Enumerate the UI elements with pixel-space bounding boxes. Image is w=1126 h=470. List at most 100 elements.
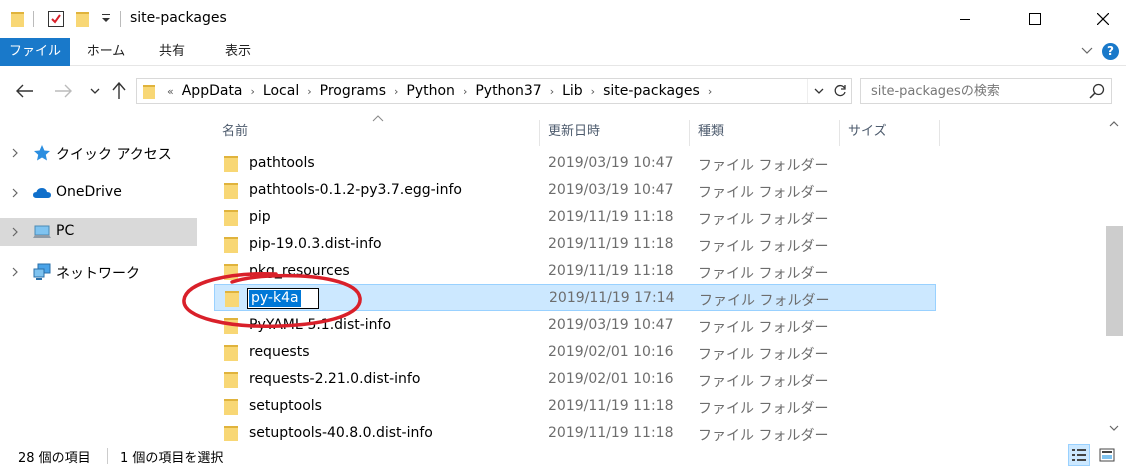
list-item-selected[interactable]: py-k4a 2019/11/19 17:14 ファイル フォルダー: [214, 284, 936, 311]
item-count: 28 個の項目: [18, 451, 91, 466]
file-type: ファイル フォルダー: [698, 266, 829, 282]
column-header-size[interactable]: サイズ: [840, 116, 938, 148]
list-item[interactable]: pathtools-0.1.2-py3.7.egg-info 2019/03/1…: [214, 177, 936, 204]
sidebar-item-quick-access[interactable]: クイック アクセス: [0, 139, 197, 167]
folder-icon: [224, 318, 238, 334]
chevron-right-icon[interactable]: [10, 267, 20, 277]
folder-icon[interactable]: [11, 11, 24, 27]
help-button[interactable]: ?: [1102, 43, 1119, 60]
rename-input-text: py-k4a: [249, 290, 301, 307]
file-name: pip-19.0.3.dist-info: [249, 236, 382, 252]
column-header-type[interactable]: 種類: [690, 116, 838, 148]
search-icon[interactable]: [1089, 83, 1105, 99]
column-headers: 名前 更新日時 種類 サイズ: [214, 115, 1106, 148]
list-item[interactable]: pip 2019/11/19 11:18 ファイル フォルダー: [214, 204, 936, 231]
title-separator: [120, 11, 121, 27]
scroll-up-icon[interactable]: [1109, 120, 1119, 128]
list-item[interactable]: pathtools 2019/03/19 10:47 ファイル フォルダー: [214, 150, 936, 177]
list-item[interactable]: setuptools 2019/11/19 11:18 ファイル フォルダー: [214, 393, 936, 420]
details-view-button[interactable]: [1068, 444, 1090, 466]
breadcrumb-python37[interactable]: Python37: [471, 83, 545, 99]
breadcrumb-separator[interactable]: ›: [704, 85, 716, 98]
new-folder-icon[interactable]: [76, 11, 89, 27]
close-icon: [1097, 13, 1109, 25]
file-type: ファイル フォルダー: [698, 212, 829, 228]
file-date: 2019/03/19 10:47: [548, 317, 674, 333]
breadcrumb-programs[interactable]: Programs: [316, 83, 390, 99]
back-button[interactable]: [14, 80, 36, 102]
large-icons-view-button[interactable]: [1096, 444, 1118, 466]
tab-view[interactable]: 表示: [212, 38, 264, 66]
folder-icon: [225, 291, 239, 307]
vertical-scrollbar[interactable]: [1106, 116, 1123, 441]
breadcrumb-separator[interactable]: ›: [587, 85, 599, 98]
chevron-right-icon[interactable]: [10, 148, 20, 158]
file-date: 2019/11/19 11:18: [548, 209, 674, 225]
breadcrumb-separator[interactable]: ›: [247, 85, 259, 98]
breadcrumb-site-packages[interactable]: site-packages: [599, 83, 704, 99]
search-input[interactable]: [861, 79, 1081, 103]
column-header-name[interactable]: 名前: [214, 116, 538, 148]
folder-icon: [224, 264, 238, 280]
large-icons-view-icon: [1099, 448, 1115, 462]
recent-locations-button[interactable]: [84, 80, 106, 102]
properties-check-icon[interactable]: [48, 11, 64, 27]
rename-input[interactable]: py-k4a: [247, 288, 319, 309]
address-history-button[interactable]: [807, 79, 829, 103]
breadcrumb-local[interactable]: Local: [259, 83, 303, 99]
breadcrumb-appdata[interactable]: AppData: [178, 83, 247, 99]
address-bar[interactable]: « AppData › Local › Programs › Python › …: [136, 78, 852, 104]
column-header-date[interactable]: 更新日時: [540, 116, 688, 148]
forward-arrow-icon: [55, 84, 72, 98]
list-item[interactable]: setuptools-40.8.0.dist-info 2019/11/19 1…: [214, 420, 936, 442]
refresh-button[interactable]: [829, 79, 851, 103]
network-icon: [33, 263, 51, 280]
sidebar-item-network[interactable]: ネットワーク: [0, 258, 197, 286]
file-date: 2019/11/19 17:14: [549, 290, 675, 306]
list-item[interactable]: PyYAML-5.1.dist-info 2019/03/19 10:47 ファ…: [214, 312, 936, 339]
customize-quick-access-icon[interactable]: [101, 10, 111, 24]
breadcrumb-overflow[interactable]: «: [163, 85, 178, 98]
list-item[interactable]: pip-19.0.3.dist-info 2019/11/19 11:18 ファ…: [214, 231, 936, 258]
star-icon: [34, 145, 50, 161]
list-item[interactable]: pkg_resources 2019/11/19 11:18 ファイル フォルダ…: [214, 258, 936, 285]
maximize-button[interactable]: [1012, 0, 1058, 38]
tab-home[interactable]: ホーム: [78, 38, 134, 66]
file-type: ファイル フォルダー: [698, 347, 829, 363]
breadcrumb-python[interactable]: Python: [402, 83, 459, 99]
status-separator: [107, 448, 108, 464]
file-type: ファイル フォルダー: [698, 158, 829, 174]
scroll-down-icon[interactable]: [1109, 424, 1119, 432]
breadcrumb-separator[interactable]: ›: [303, 85, 315, 98]
tab-share[interactable]: 共有: [146, 38, 198, 66]
search-box[interactable]: [860, 78, 1112, 104]
up-button[interactable]: [108, 80, 130, 102]
minimize-button[interactable]: [942, 0, 988, 38]
window-title: site-packages: [130, 10, 227, 26]
tab-file[interactable]: ファイル: [0, 38, 70, 66]
expand-ribbon-chevron-icon[interactable]: [1080, 44, 1094, 58]
list-item[interactable]: requests 2019/02/01 10:16 ファイル フォルダー: [214, 339, 936, 366]
chevron-right-icon[interactable]: [10, 227, 20, 237]
close-button[interactable]: [1080, 0, 1126, 38]
navigation-pane: クイック アクセス OneDrive PC ネットワーク: [0, 116, 197, 441]
sidebar-item-onedrive[interactable]: OneDrive: [0, 179, 197, 207]
scrollbar-thumb[interactable]: [1106, 226, 1123, 336]
forward-button[interactable]: [52, 80, 74, 102]
sidebar-item-pc[interactable]: PC: [0, 218, 197, 246]
chevron-right-icon[interactable]: [10, 188, 20, 198]
file-date: 2019/03/19 10:47: [548, 155, 674, 171]
breadcrumb-separator[interactable]: ›: [390, 85, 402, 98]
computer-icon: [33, 225, 51, 238]
minimize-icon: [960, 19, 970, 20]
chevron-down-icon: [814, 88, 823, 94]
file-type: ファイル フォルダー: [698, 320, 829, 336]
breadcrumb-separator[interactable]: ›: [459, 85, 471, 98]
file-date: 2019/03/19 10:47: [548, 182, 674, 198]
breadcrumb: « AppData › Local › Programs › Python › …: [163, 79, 716, 103]
column-divider[interactable]: [939, 120, 940, 146]
breadcrumb-lib[interactable]: Lib: [558, 83, 587, 99]
breadcrumb-separator[interactable]: ›: [546, 85, 558, 98]
file-name: pathtools: [249, 155, 315, 171]
list-item[interactable]: requests-2.21.0.dist-info 2019/02/01 10:…: [214, 366, 936, 393]
